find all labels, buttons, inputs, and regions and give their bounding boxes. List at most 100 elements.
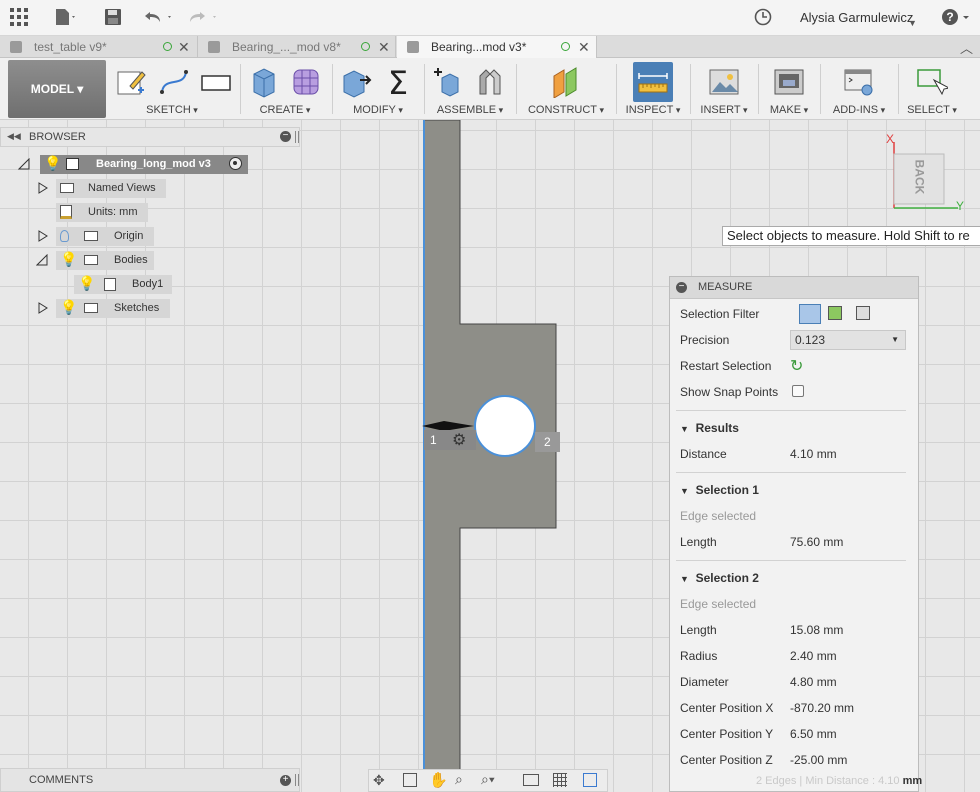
lightbulb-icon[interactable]: 💡 xyxy=(44,154,61,173)
zoom-icon[interactable]: ⌕ xyxy=(455,771,463,788)
tab-test-table[interactable]: test_table v9* ✕ xyxy=(0,36,198,58)
toolbar-divider xyxy=(690,64,691,114)
selection2-section-header[interactable]: ▼ Selection 2 xyxy=(680,571,759,585)
selection1-section-header[interactable]: ▼ Selection 1 xyxy=(680,483,759,497)
user-name[interactable]: Alysia Garmulewicz xyxy=(800,10,913,25)
tab-bearing-v8[interactable]: Bearing_..._mod v8* ✕ xyxy=(198,36,396,58)
3d-print-icon[interactable] xyxy=(773,66,805,98)
selection2-diameter-row: Diameter 4.80 mm xyxy=(680,675,837,689)
file-icon[interactable] xyxy=(55,8,77,32)
press-pull-icon[interactable] xyxy=(340,66,372,98)
offset-plane-icon[interactable] xyxy=(550,66,582,98)
select-icon[interactable] xyxy=(916,66,948,98)
chevron-down-icon: ▼ xyxy=(891,335,899,344)
expand-arrow-icon[interactable] xyxy=(38,182,48,194)
inspect-group[interactable]: INSPECT xyxy=(620,58,686,120)
panel-grip[interactable] xyxy=(295,774,299,786)
viewcube-face-label[interactable]: BACK xyxy=(912,160,926,195)
minus-icon[interactable]: − xyxy=(280,131,291,142)
selection2-length-row: Length 15.08 mm xyxy=(680,623,844,637)
workspace-switcher[interactable]: MODEL ▾ xyxy=(8,60,106,118)
zoom-window-icon[interactable]: ⌕▾ xyxy=(481,771,495,788)
component-icon xyxy=(208,41,220,53)
look-at-icon[interactable] xyxy=(403,773,417,787)
undo-icon[interactable] xyxy=(144,8,176,32)
snap-points-row: Show Snap Points xyxy=(680,385,910,403)
help-icon[interactable]: ? xyxy=(941,8,973,32)
root-component-node[interactable]: 💡 Bearing_long_mod v3 xyxy=(40,155,248,174)
close-icon[interactable]: ✕ xyxy=(578,36,590,58)
clock-icon[interactable] xyxy=(754,8,772,32)
measure-dialog-header[interactable]: − MEASURE xyxy=(670,277,918,299)
scripts-icon[interactable] xyxy=(843,66,875,98)
assemble-group[interactable]: ASSEMBLE xyxy=(428,58,512,120)
add-ins-group[interactable]: ADD-INS xyxy=(824,58,894,120)
create-group[interactable]: CREATE xyxy=(244,58,326,120)
filter-face-edge-icon[interactable] xyxy=(799,304,821,324)
lightbulb-icon[interactable]: 💡 xyxy=(78,274,95,293)
redo-icon[interactable] xyxy=(188,8,220,32)
sketches-node[interactable]: 💡 Sketches xyxy=(56,299,170,318)
restart-icon[interactable]: ↻ xyxy=(790,356,803,376)
grid-settings-icon[interactable] xyxy=(553,773,567,787)
new-component-icon[interactable] xyxy=(432,66,464,98)
form-icon[interactable] xyxy=(290,66,322,98)
close-icon[interactable]: ✕ xyxy=(378,36,390,58)
modify-group[interactable]: Σ MODIFY xyxy=(336,58,420,120)
create-sketch-icon[interactable] xyxy=(116,66,148,98)
view-cube[interactable]: X Y BACK xyxy=(886,132,972,218)
component-icon xyxy=(407,41,419,53)
browser-panel-header[interactable]: ◀◀ BROWSER − xyxy=(0,127,300,147)
measure-dialog: − MEASURE Selection Filter Precision 0.1… xyxy=(669,276,919,792)
pan-icon[interactable]: ✋ xyxy=(429,771,448,789)
chevron-down-icon[interactable]: ▼ xyxy=(908,13,917,33)
distance-row: Distance 4.10 mm xyxy=(680,447,837,461)
precision-select[interactable]: 0.123 ▼ xyxy=(790,330,906,350)
expand-arrow-icon[interactable] xyxy=(38,302,48,314)
orbit-icon[interactable]: ✥ xyxy=(373,772,385,789)
joint-icon[interactable] xyxy=(474,66,506,98)
lightbulb-icon[interactable] xyxy=(60,230,69,242)
chevron-up-icon[interactable]: ︿ xyxy=(960,38,973,57)
panel-grip[interactable] xyxy=(295,131,299,143)
body1-node[interactable]: 💡 Body1 xyxy=(74,275,172,294)
rectangle-tool-icon[interactable] xyxy=(200,66,232,98)
expand-arrow-icon[interactable] xyxy=(36,254,48,266)
sketch-group[interactable]: SKETCH xyxy=(112,58,232,120)
plus-icon[interactable]: + xyxy=(280,775,291,786)
results-section-header[interactable]: ▼ Results xyxy=(680,421,739,435)
bodies-node[interactable]: 💡 Bodies xyxy=(56,251,154,270)
make-group[interactable]: MAKE xyxy=(762,58,816,120)
lightbulb-icon[interactable]: 💡 xyxy=(60,298,77,317)
comments-panel[interactable]: COMMENTS + xyxy=(0,768,300,792)
activate-radio-icon[interactable] xyxy=(229,157,242,170)
select-group[interactable]: SELECT xyxy=(902,58,962,120)
precision-row: Precision 0.123 ▼ xyxy=(680,330,910,351)
origin-node[interactable]: Origin xyxy=(56,227,154,246)
save-icon[interactable] xyxy=(104,8,122,32)
display-settings-icon[interactable] xyxy=(523,774,539,786)
filter-component-icon[interactable] xyxy=(856,306,870,320)
construct-group[interactable]: CONSTRUCT xyxy=(520,58,612,120)
close-icon[interactable]: ✕ xyxy=(178,36,190,58)
snap-points-checkbox[interactable] xyxy=(792,385,804,397)
extrude-icon[interactable] xyxy=(248,66,280,98)
sigma-icon[interactable]: Σ xyxy=(382,66,414,98)
lightbulb-icon[interactable]: 💡 xyxy=(60,250,77,269)
caret-down-icon: ▼ xyxy=(680,424,689,434)
expand-arrow-icon[interactable] xyxy=(38,230,48,242)
minus-icon[interactable]: − xyxy=(676,282,687,293)
insert-image-icon[interactable] xyxy=(708,66,740,98)
line-tool-icon[interactable] xyxy=(158,66,190,98)
collapse-icon[interactable]: ◀◀ xyxy=(7,131,21,142)
grid-icon[interactable] xyxy=(10,8,28,32)
viewports-icon[interactable] xyxy=(583,773,597,787)
gear-icon[interactable]: ⚙ xyxy=(452,430,466,450)
insert-group[interactable]: INSERT xyxy=(694,58,754,120)
filter-body-icon[interactable] xyxy=(828,306,842,320)
tab-bearing-v3[interactable]: Bearing...mod v3* ✕ xyxy=(397,36,597,58)
expand-arrow-icon[interactable] xyxy=(18,158,30,170)
measure-tool-button[interactable] xyxy=(633,62,673,102)
units-node[interactable]: Units: mm xyxy=(56,203,148,222)
named-views-node[interactable]: Named Views xyxy=(56,179,166,198)
